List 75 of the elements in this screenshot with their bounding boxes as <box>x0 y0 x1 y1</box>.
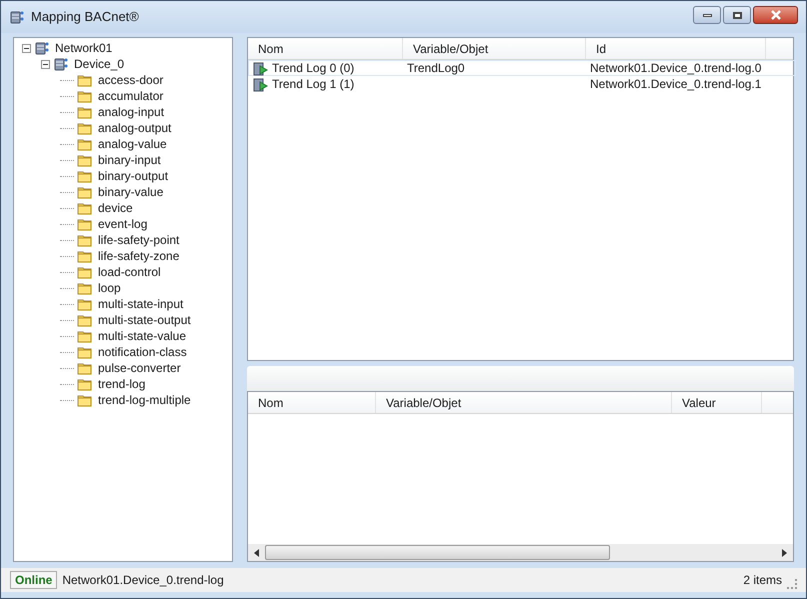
table-cell-text: Trend Log 0 (0) <box>272 60 354 77</box>
scroll-thumb[interactable] <box>265 545 610 560</box>
table-cell-text: Trend Log 1 (1) <box>272 76 354 93</box>
tree-item[interactable]: life-safety-zone <box>96 247 182 265</box>
folder-icon <box>77 169 93 183</box>
tree-item[interactable]: binary-output <box>96 167 170 185</box>
table-cell: TrendLog0 <box>407 61 465 75</box>
window-title: Mapping BACnet® <box>31 8 139 26</box>
trend-log-icon <box>253 60 269 76</box>
column-header[interactable]: Nom <box>248 392 376 413</box>
folder-icon <box>77 281 93 295</box>
column-header[interactable]: Nom <box>248 38 403 59</box>
status-path: Network01.Device_0.trend-log <box>62 572 224 589</box>
folder-icon <box>77 361 93 375</box>
column-header[interactable]: Id <box>586 38 766 59</box>
server-icon <box>34 40 50 56</box>
tree-item[interactable]: multi-state-output <box>96 311 193 329</box>
tree-item[interactable]: binary-input <box>96 151 163 169</box>
tree-item[interactable]: analog-output <box>96 119 174 137</box>
folder-icon <box>77 297 93 311</box>
horizontal-scrollbar[interactable] <box>248 544 793 561</box>
tree-item[interactable]: access-door <box>96 71 166 89</box>
item-count: 2 items <box>743 572 782 589</box>
tree-item[interactable]: analog-value <box>96 135 169 153</box>
close-icon <box>770 10 782 20</box>
folder-icon <box>77 393 93 407</box>
table-cell: Network01.Device_0.trend-log.1 <box>590 77 762 91</box>
folder-icon <box>77 345 93 359</box>
tree-item[interactable]: Network01 <box>53 39 114 57</box>
tree-item[interactable]: pulse-converter <box>96 359 183 377</box>
folder-icon <box>77 153 93 167</box>
tree-item[interactable]: load-control <box>96 263 163 281</box>
folder-icon <box>77 217 93 231</box>
tree-item[interactable]: trend-log-multiple <box>96 391 193 409</box>
connection-status: Online <box>10 571 58 589</box>
folder-icon <box>77 137 93 151</box>
maximize-button[interactable] <box>723 6 751 24</box>
column-header[interactable]: Variable/Objet <box>376 392 672 413</box>
trend-log-icon <box>253 76 269 92</box>
server-icon <box>9 9 25 25</box>
server-icon <box>53 56 69 72</box>
folder-icon <box>77 201 93 215</box>
folder-icon <box>77 233 93 247</box>
folder-icon <box>77 185 93 199</box>
tree-item[interactable]: loop <box>96 279 123 297</box>
collapse-icon[interactable] <box>41 60 50 68</box>
folder-icon <box>77 249 93 263</box>
folder-icon <box>77 105 93 119</box>
tree-item[interactable]: trend-log <box>96 375 148 393</box>
tree-item[interactable]: multi-state-value <box>96 327 188 345</box>
close-button[interactable] <box>753 6 798 24</box>
folder-icon <box>77 313 93 327</box>
tree-item[interactable]: life-safety-point <box>96 231 182 249</box>
folder-icon <box>77 73 93 87</box>
tree-item[interactable]: Device_0 <box>72 55 126 73</box>
table-row[interactable]: Trend Log 1 (1) Network01.Device_0.trend-log.1 <box>248 76 796 92</box>
folder-icon <box>77 265 93 279</box>
collapse-icon[interactable] <box>22 44 31 52</box>
tree-item[interactable]: analog-input <box>96 103 166 121</box>
tree-item[interactable]: notification-class <box>96 343 189 361</box>
column-header[interactable]: Variable/Objet <box>403 38 586 59</box>
tree-item[interactable]: multi-state-input <box>96 295 186 313</box>
folder-icon <box>77 329 93 343</box>
folder-icon <box>77 89 93 103</box>
table-cell: Network01.Device_0.trend-log.0 <box>590 61 762 75</box>
folder-icon <box>77 377 93 391</box>
tree-item[interactable]: accumulator <box>96 87 166 105</box>
tree-item[interactable]: device <box>96 199 135 217</box>
resize-grip-icon[interactable] <box>787 579 797 589</box>
minimize-button[interactable] <box>693 6 721 24</box>
table-row[interactable]: Trend Log 0 (0) TrendLog0 Network01.Device_0.trend-log.0 <box>248 60 796 76</box>
tree-item[interactable]: binary-value <box>96 183 166 201</box>
folder-icon <box>77 121 93 135</box>
tree-item[interactable]: event-log <box>96 215 150 233</box>
column-header[interactable]: Valeur <box>672 392 762 413</box>
